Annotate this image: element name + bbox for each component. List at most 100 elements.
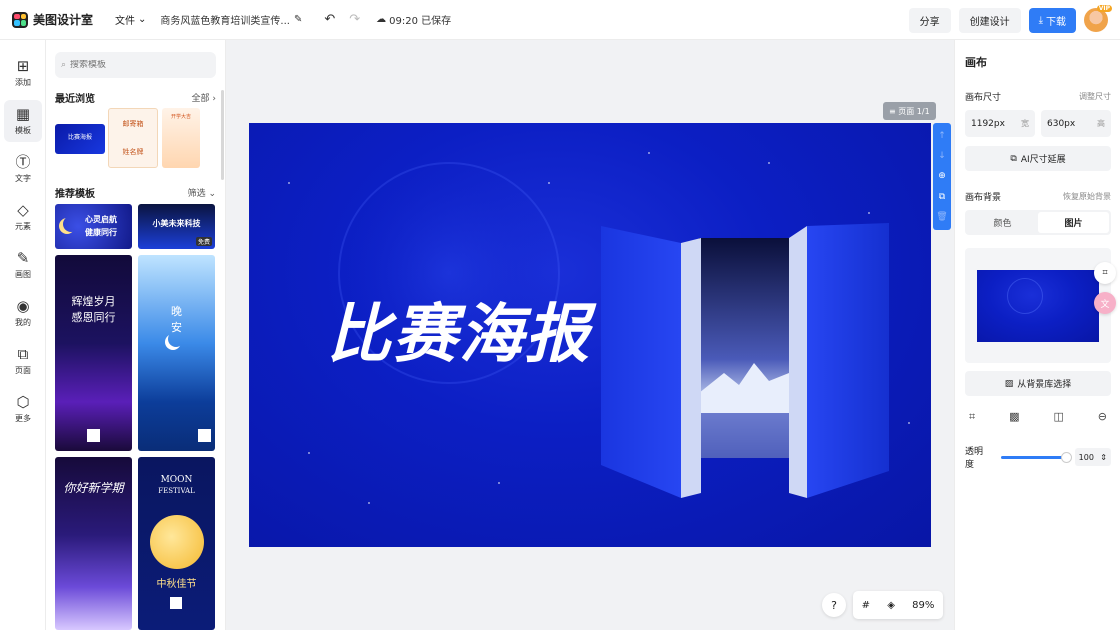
ai-expand-icon: ⧉ bbox=[1010, 153, 1017, 164]
template-card-title: 辉煌岁月 bbox=[71, 295, 116, 308]
opacity-row: 透明度 100 ⇕ bbox=[965, 447, 1111, 470]
bg-preview[interactable] bbox=[965, 248, 1111, 363]
width-unit: 宽 bbox=[1021, 119, 1029, 128]
recent-thumb-2[interactable]: 邮寄箱 姓名牌 bbox=[108, 108, 158, 168]
search-input[interactable] bbox=[70, 60, 201, 70]
qr-scan-icon[interactable]: ⌗ bbox=[1094, 262, 1116, 284]
recent-thumb-1[interactable]: 比赛海报 bbox=[55, 124, 105, 154]
flip-horizontal-icon[interactable]: ◫ bbox=[1053, 410, 1063, 424]
template-card-title: 晚 bbox=[171, 305, 182, 318]
template-card[interactable]: MOON FESTIVAL 中秋佳节 bbox=[138, 457, 215, 630]
app-logo-icon bbox=[12, 11, 28, 28]
filter-link[interactable]: 筛选 ⌄ bbox=[188, 186, 216, 199]
rail-item-draw[interactable]: ✎ 画图 bbox=[4, 244, 42, 286]
document-title-text: 商务风蓝色教育培训类宣传... bbox=[160, 16, 290, 27]
reset-bg-link[interactable]: 恢复原始背景 bbox=[1063, 191, 1111, 202]
resize-link[interactable]: 调整尺寸 bbox=[1079, 91, 1111, 102]
file-menu[interactable]: 文件 ⌄ bbox=[115, 12, 146, 27]
recent-title: 最近浏览 bbox=[55, 94, 95, 105]
move-up-icon[interactable]: ↑ bbox=[938, 131, 946, 141]
file-menu-label: 文件 bbox=[115, 16, 136, 27]
rail-item-more[interactable]: ⬡ 更多 bbox=[4, 388, 42, 430]
shapes-icon: ◇ bbox=[17, 201, 29, 219]
rail-item-template[interactable]: ▦ 模板 bbox=[4, 100, 42, 142]
template-search[interactable]: ⌕ bbox=[55, 52, 216, 78]
filter-icon[interactable]: ▩ bbox=[1009, 410, 1019, 424]
rail-item-label: 元素 bbox=[15, 222, 31, 231]
rail-item-elements[interactable]: ◇ 元素 bbox=[4, 196, 42, 238]
tab-image[interactable]: 图片 bbox=[1038, 212, 1109, 233]
rail-item-label: 文字 bbox=[15, 174, 31, 183]
recent-thumb-3[interactable]: 开学大吉 bbox=[162, 108, 200, 168]
opacity-slider-handle[interactable] bbox=[1060, 451, 1072, 463]
app-name: 美图设计室 bbox=[33, 13, 94, 27]
zoom-level[interactable]: 89% bbox=[912, 600, 934, 611]
rail-item-label: 画图 bbox=[15, 270, 31, 279]
page-indicator[interactable]: ≡ 页面 1/1 bbox=[883, 102, 936, 120]
qr-code-icon bbox=[170, 597, 182, 609]
recent-all-link[interactable]: 全部 › bbox=[192, 91, 216, 104]
ai-expand-label: AI尺寸延展 bbox=[1020, 155, 1066, 165]
template-card-title: 你好新学期 bbox=[63, 481, 124, 495]
page-indicator-text: 页面 1/1 bbox=[898, 106, 930, 116]
cloud-icon: ☁ bbox=[376, 14, 387, 25]
ai-expand-button[interactable]: ⧉ AI尺寸延展 bbox=[965, 146, 1111, 171]
download-button[interactable]: ⤓ 下载 bbox=[1028, 7, 1076, 33]
canvas-size-label: 画布尺寸 bbox=[965, 93, 1002, 103]
opacity-input[interactable]: 100 ⇕ bbox=[1074, 448, 1111, 466]
template-card-title: MOON bbox=[160, 475, 193, 485]
height-value: 630px bbox=[1047, 118, 1076, 129]
redo-icon[interactable]: ↷ bbox=[349, 12, 360, 27]
template-card[interactable]: 心灵启航 健康同行 bbox=[55, 204, 132, 249]
duplicate-page-icon[interactable]: ⧉ bbox=[939, 192, 945, 202]
template-card[interactable]: 小美未来科技 免费 bbox=[138, 204, 215, 249]
grid-icon[interactable]: # bbox=[862, 600, 870, 611]
rail-item-pages[interactable]: ⧉ 页面 bbox=[4, 340, 42, 382]
create-design-button[interactable]: 创建设计 bbox=[958, 7, 1021, 33]
rail-item-mine[interactable]: ◉ 我的 bbox=[4, 292, 42, 334]
edit-icon[interactable]: ✎ bbox=[294, 14, 302, 25]
delete-page-icon[interactable]: 🗑 bbox=[936, 212, 947, 222]
bg-library-button[interactable]: ▨ 从背景库选择 bbox=[965, 371, 1111, 396]
share-button[interactable]: 分享 bbox=[908, 7, 951, 33]
opacity-label: 透明度 bbox=[965, 447, 984, 470]
undo-icon[interactable]: ↶ bbox=[324, 12, 335, 27]
rail-item-text[interactable]: Ⓣ 文字 bbox=[4, 148, 42, 190]
app-logo[interactable]: 美图设计室 bbox=[12, 11, 93, 28]
canvas-bg-header: 画布背景 恢复原始背景 bbox=[965, 190, 1111, 203]
canvas-size-header: 画布尺寸 调整尺寸 bbox=[965, 90, 1111, 103]
canvas-headline[interactable]: 比赛海报 bbox=[327, 283, 591, 375]
add-page-icon[interactable]: ⊕ bbox=[938, 171, 946, 181]
filter-label: 筛选 bbox=[187, 189, 206, 199]
document-title[interactable]: 商务风蓝色教育培训类宣传... ✎ bbox=[160, 12, 302, 27]
user-icon: ◉ bbox=[16, 297, 30, 315]
template-card[interactable]: 你好新学期 bbox=[55, 457, 132, 630]
save-status: ☁ 09:20 已保存 bbox=[376, 12, 451, 27]
template-card[interactable]: 晚 安 bbox=[138, 255, 215, 451]
template-card-caption: 中秋佳节 bbox=[156, 579, 197, 590]
recent-all-label: 全部 bbox=[191, 94, 210, 104]
download-label: 下载 bbox=[1046, 16, 1066, 28]
width-value: 1192px bbox=[971, 118, 1005, 129]
list-icon: ≡ bbox=[889, 106, 899, 116]
rail-item-label: 模板 bbox=[15, 126, 31, 135]
template-card[interactable]: 辉煌岁月 感恩同行 bbox=[55, 255, 132, 451]
move-down-icon[interactable]: ↓ bbox=[938, 151, 946, 161]
tab-color[interactable]: 颜色 bbox=[967, 212, 1038, 233]
translate-icon[interactable]: 文 bbox=[1094, 292, 1116, 314]
avatar[interactable]: VIP bbox=[1084, 5, 1112, 32]
layers-icon[interactable]: ◈ bbox=[887, 600, 895, 611]
height-field[interactable]: 630px 高 bbox=[1041, 110, 1111, 137]
design-canvas[interactable]: 比赛海报 bbox=[249, 123, 931, 547]
panel-scrollbar[interactable] bbox=[221, 90, 224, 180]
stepper-icon[interactable]: ⇕ bbox=[1100, 453, 1107, 462]
crop-icon[interactable]: ⌗ bbox=[969, 410, 975, 424]
width-field[interactable]: 1192px 宽 bbox=[965, 110, 1035, 137]
plus-square-icon: ⊞ bbox=[16, 57, 30, 75]
opacity-slider[interactable] bbox=[1000, 451, 1072, 463]
canvas-side-toolbar: ↑ ↓ ⊕ ⧉ 🗑 bbox=[933, 123, 951, 230]
recent-header: 最近浏览 全部 › bbox=[55, 90, 216, 105]
flip-vertical-icon[interactable]: ⊖ bbox=[1098, 410, 1107, 424]
rail-item-add[interactable]: ⊞ 添加 bbox=[4, 52, 42, 94]
help-button[interactable]: ? bbox=[822, 593, 846, 617]
